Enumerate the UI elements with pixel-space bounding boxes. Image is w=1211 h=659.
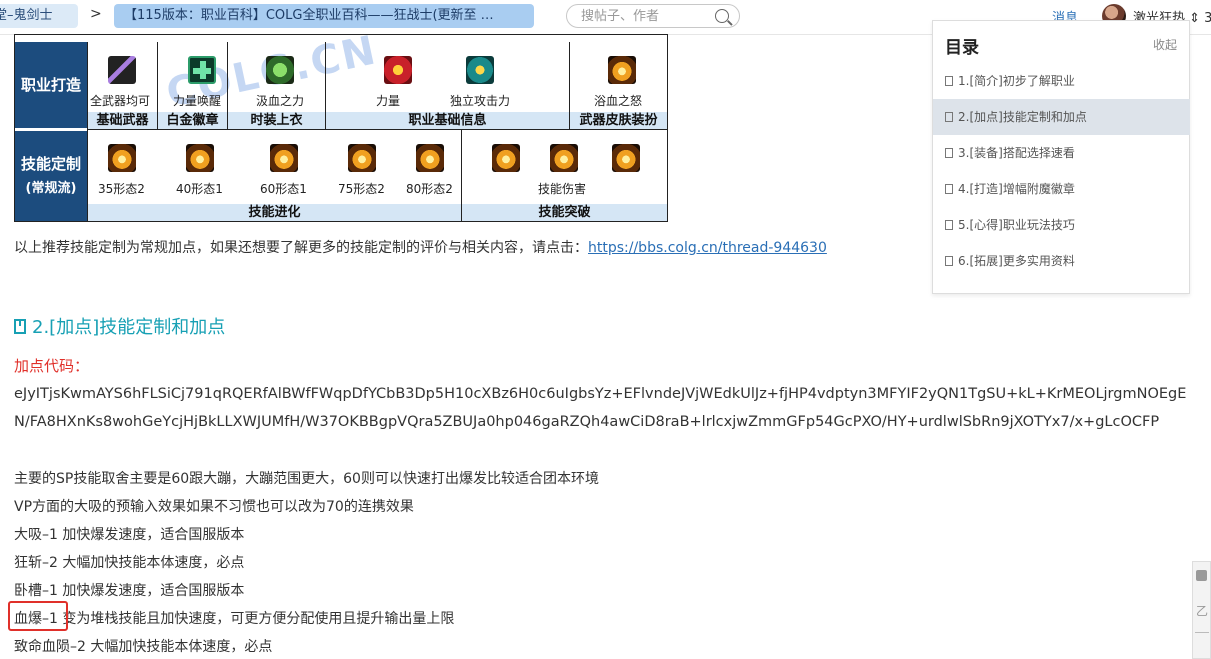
toc-item-label: 6.[拓展]更多实用资料 — [958, 254, 1075, 268]
row-header-build: 职业打造 — [15, 42, 87, 128]
skill-icon — [348, 144, 376, 172]
breadcrumb-forum[interactable]: 堂–鬼剑士 — [0, 4, 78, 28]
doc-icon — [945, 220, 953, 230]
cell-label: 浴血之怒 — [594, 94, 643, 108]
cell-avatar-top: 汲血之力 时装上衣 — [227, 42, 325, 129]
toc-item-label: 3.[装备]搭配选择速看 — [958, 146, 1075, 160]
cross-icon — [188, 56, 216, 84]
toc-title: 目录 — [945, 38, 979, 58]
search-icon[interactable] — [715, 9, 729, 23]
skill-icon — [416, 144, 444, 172]
build-infographic: COLG.CN 职业打造 技能定制 (常规流) 全武器均可 基础武器 力量唤醒 … — [14, 27, 668, 222]
toc-item[interactable]: 1.[简介]初步了解职业 — [933, 63, 1190, 99]
toc-item-active[interactable]: 2.[加点]技能定制和加点 — [933, 99, 1190, 135]
doc-icon — [945, 148, 953, 158]
skill-code: eJyITjsKwmAYS6hFLSiCj791qRQERfAlBWfFWqpD… — [14, 386, 1187, 430]
toc-item-label: 1.[简介]初步了解职业 — [958, 74, 1075, 88]
cell-platinum-emblem: 力量唤醒 白金徽章 — [157, 42, 227, 129]
doc-icon — [945, 256, 953, 266]
cell-skill-evolution: 35形态2 40形态1 60形态1 75形态2 80形态2 技能进化 — [87, 130, 461, 221]
intro-paragraph: 以上推荐技能定制为常规加点，如果还想要了解更多的技能定制的评价与相关内容，请点击… — [14, 237, 827, 257]
row-header-skill-sub: (常规流) — [25, 181, 77, 196]
skill-label: 35形态2 — [98, 182, 145, 196]
cell-base-info: 力量 独立攻击力 职业基础信息 — [325, 42, 569, 129]
row-header-skill: 技能定制 (常规流) — [15, 131, 87, 221]
cell-label: 全武器均可 — [90, 94, 151, 108]
side-widget-char[interactable]: 乙 — [1196, 602, 1208, 619]
cell-base-weapon: 全武器均可 基础武器 — [87, 42, 157, 129]
intro-text: 以上推荐技能定制为常规加点，如果还想要了解更多的技能定制的评价与相关内容，请点击… — [14, 240, 588, 256]
section-title-text: 2.[加点]技能定制和加点 — [32, 317, 226, 338]
skill-icon — [612, 144, 640, 172]
cell-band: 职业基础信息 — [326, 112, 569, 129]
skill-icon — [492, 144, 520, 172]
cell-band: 基础武器 — [88, 112, 157, 129]
text-line: 致命血陨–2 大幅加快技能本体速度，必点 — [14, 639, 273, 655]
skill-label: 75形态2 — [338, 182, 385, 196]
cell-label: 力量 — [376, 94, 401, 108]
toc-panel: 目录 收起 1.[简介]初步了解职业 2.[加点]技能定制和加点 3.[装备]搭… — [932, 20, 1190, 294]
cell-band: 时装上衣 — [228, 112, 325, 129]
comment-icon[interactable] — [1196, 570, 1207, 581]
text-line: 狂斩–2 大幅加快技能本体速度，必点 — [14, 555, 245, 571]
cell-band: 技能突破 — [462, 204, 667, 221]
red-emblem-icon — [384, 56, 412, 84]
teal-emblem-icon — [466, 56, 494, 84]
cell-band: 武器皮肤装扮 — [570, 112, 667, 129]
search-input[interactable] — [579, 8, 713, 25]
skill-icon — [108, 144, 136, 172]
skill-icon — [550, 144, 578, 172]
code-label: 加点代码： — [14, 357, 90, 375]
skill-label: 40形态1 — [176, 182, 223, 196]
cell-band: 白金徽章 — [158, 112, 227, 129]
toc-item-label: 5.[心得]职业玩法技巧 — [958, 218, 1075, 232]
text-line: 血爆–1 变为堆栈技能且加快速度，可更方便分配使用且提升输出量上限 — [14, 611, 455, 627]
skill-label: 技能伤害 — [538, 182, 587, 196]
cell-weapon-skin: 浴血之怒 武器皮肤装扮 — [569, 42, 667, 129]
text-line: 大吸–1 加快爆发速度，适合国服版本 — [14, 527, 245, 543]
breadcrumb-separator: > — [90, 6, 102, 22]
skill-icon — [186, 144, 214, 172]
doc-icon — [945, 76, 953, 86]
sword-icon — [108, 56, 136, 84]
thread-link[interactable]: https://bbs.colg.cn/thread-944630 — [588, 240, 827, 256]
cell-label: 力量唤醒 — [173, 94, 222, 108]
cell-skill-breakthrough: 技能伤害 技能突破 — [461, 130, 667, 221]
toc-item-label: 4.[打造]增幅附魔徽章 — [958, 182, 1075, 196]
toc-item-label: 2.[加点]技能定制和加点 — [958, 110, 1087, 124]
section-title: 2.[加点]技能定制和加点 — [14, 313, 225, 339]
fire-burst-icon — [608, 56, 636, 84]
cell-label: 独立攻击力 — [450, 94, 511, 108]
skill-label: 60形态1 — [260, 182, 307, 196]
toc-collapse-button[interactable]: 收起 — [1153, 36, 1177, 53]
doc-icon — [945, 184, 953, 194]
toc-item[interactable]: 5.[心得]职业玩法技巧 — [933, 207, 1190, 243]
toc-item[interactable]: 4.[打造]增幅附魔徽章 — [933, 171, 1190, 207]
toc-item[interactable]: 3.[装备]搭配选择速看 — [933, 135, 1190, 171]
row-header-skill-title: 技能定制 — [20, 155, 81, 173]
skill-icon — [270, 144, 298, 172]
green-flame-icon — [266, 56, 294, 84]
skill-label: 80形态2 — [406, 182, 453, 196]
highlight-box — [8, 601, 68, 631]
toc-item[interactable]: 6.[拓展]更多实用资料 — [933, 243, 1190, 279]
cell-band: 技能进化 — [88, 204, 461, 221]
breadcrumb-thread[interactable]: 【115版本：职业百科】COLG全职业百科——狂战士(更新至 … — [114, 4, 534, 28]
doc-icon — [945, 112, 953, 122]
cell-label: 汲血之力 — [256, 94, 305, 108]
text-line: 主要的SP技能取舍主要是60跟大蹦，大蹦范围更大，60则可以快速打出爆发比较适合… — [14, 471, 599, 487]
side-tool-widget[interactable]: 乙 — [1192, 561, 1211, 659]
bookmark-icon — [14, 319, 26, 334]
search-box[interactable] — [566, 4, 740, 28]
text-line: VP方面的大吸的预输入效果如果不习惯也可以改为70的连携效果 — [14, 499, 414, 515]
text-line: 卧槽–1 加快爆发速度，适合国服版本 — [14, 583, 245, 599]
side-divider — [1195, 632, 1209, 633]
